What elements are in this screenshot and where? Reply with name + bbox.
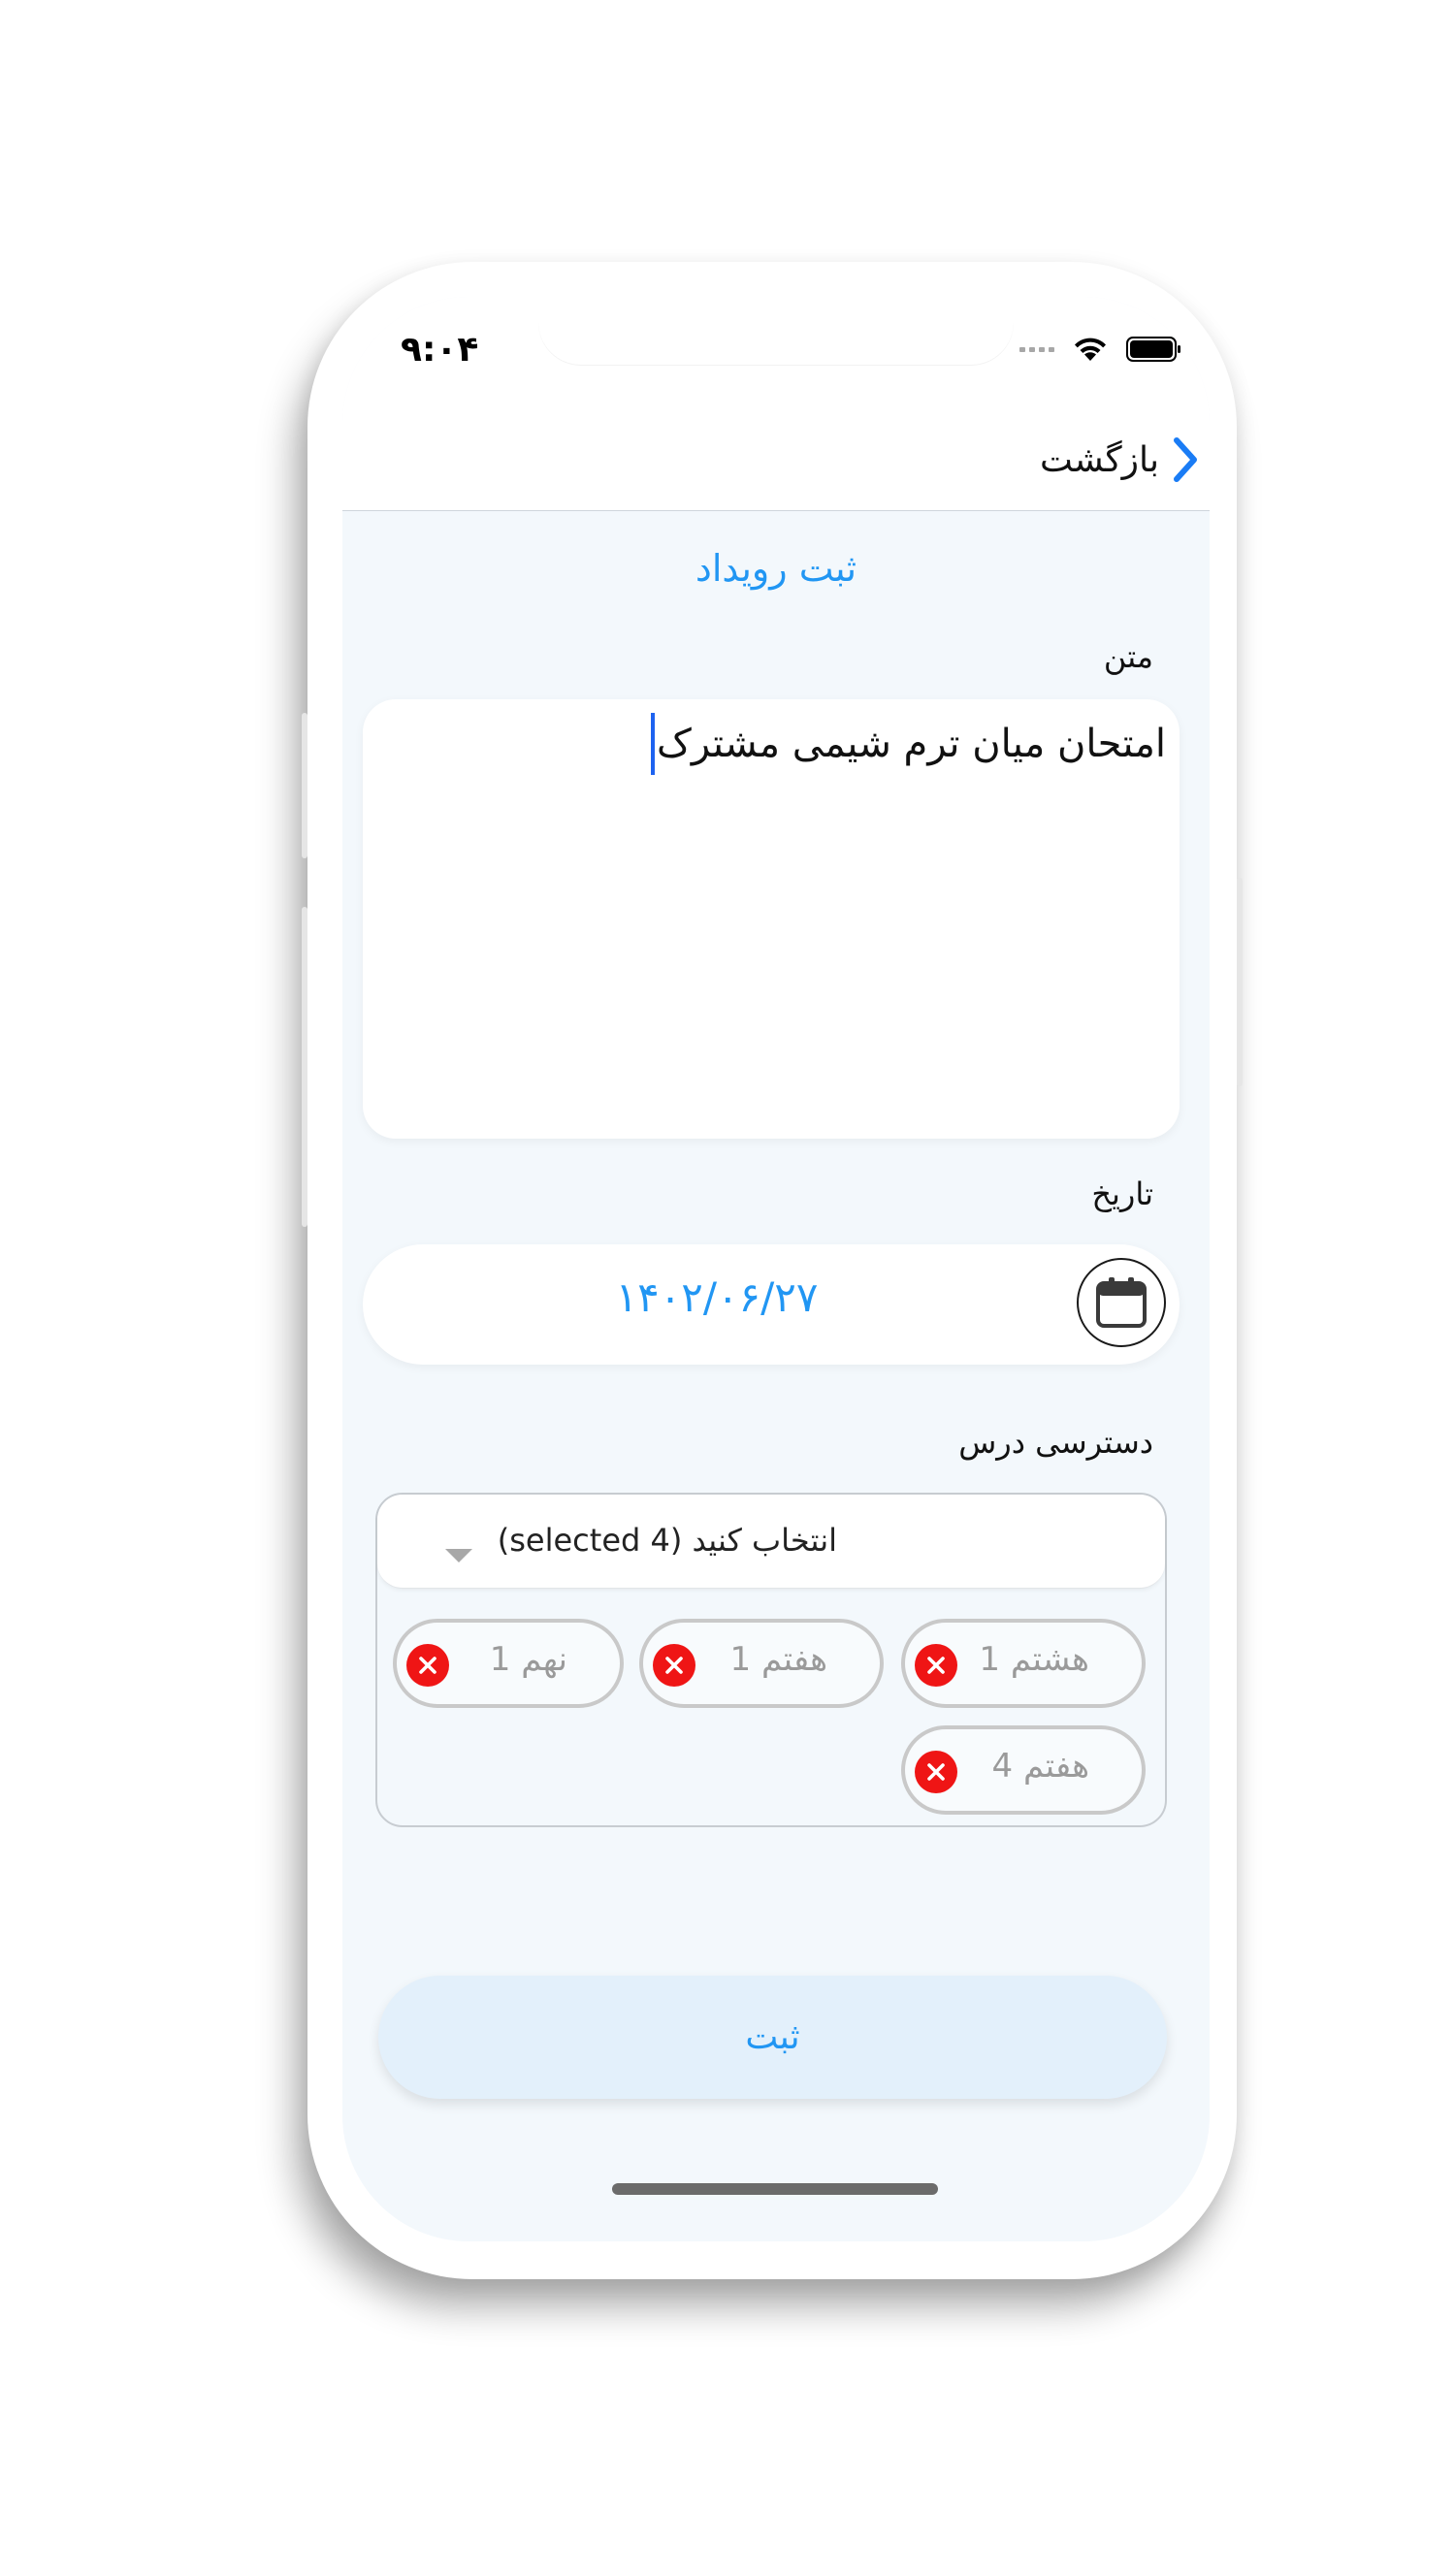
status-time: ۹:۰۴ xyxy=(401,330,479,370)
close-icon xyxy=(665,1657,683,1674)
selected-chip: نهم 1 xyxy=(393,1619,624,1708)
back-label: بازگشت xyxy=(1040,439,1159,480)
date-value: ۱۴۰۲/۰۶/۲۷ xyxy=(615,1273,819,1321)
selected-chip: هشتم 1 xyxy=(901,1619,1146,1708)
chevron-right-icon xyxy=(1161,431,1210,489)
calendar-button[interactable] xyxy=(1077,1258,1166,1347)
remove-chip-button[interactable] xyxy=(406,1644,449,1687)
signal-icon xyxy=(1019,346,1054,352)
date-field[interactable]: ۱۴۰۲/۰۶/۲۷ xyxy=(363,1244,1180,1365)
page-title: ثبت رویداد xyxy=(695,547,857,590)
access-select-text: انتخاب کنید (4 selected) xyxy=(497,1522,837,1559)
wifi-icon xyxy=(1075,338,1106,361)
side-button xyxy=(1237,878,1243,1086)
access-select-dropdown[interactable]: انتخاب کنید (4 selected) xyxy=(377,1495,1165,1589)
close-icon xyxy=(419,1657,436,1674)
selected-chip: هفتم 1 xyxy=(639,1619,884,1708)
side-button xyxy=(302,907,307,1227)
side-button xyxy=(302,713,307,858)
access-field-label: دسترسی درس xyxy=(958,1424,1153,1461)
chip-label: نهم 1 xyxy=(489,1640,567,1679)
caret-down-icon xyxy=(445,1549,472,1562)
close-icon xyxy=(927,1657,945,1674)
close-icon xyxy=(927,1763,945,1781)
event-text-input[interactable]: امتحان میان ترم شیمی مشترک xyxy=(363,699,1180,1139)
date-field-label: تاریخ xyxy=(1091,1175,1153,1212)
remove-chip-button[interactable] xyxy=(653,1644,695,1687)
chip-label: هفتم 4 xyxy=(991,1747,1089,1786)
event-text-value: امتحان میان ترم شیمی مشترک xyxy=(651,713,1166,775)
notch xyxy=(538,297,1014,365)
phone-screen: ۹:۰۴ بازگشت ثبت رویداد متن امتحان میان ت… xyxy=(342,297,1210,2241)
back-button[interactable]: بازگشت xyxy=(1040,421,1210,499)
home-indicator xyxy=(612,2183,938,2195)
status-bar: ۹:۰۴ xyxy=(342,297,1210,411)
calendar-icon xyxy=(1096,1277,1147,1328)
selected-chip: هفتم 4 xyxy=(901,1725,1146,1815)
submit-button[interactable]: ثبت xyxy=(378,1976,1167,2099)
remove-chip-button[interactable] xyxy=(915,1751,957,1793)
battery-icon xyxy=(1126,337,1180,362)
text-field-label: متن xyxy=(1103,638,1153,675)
remove-chip-button[interactable] xyxy=(915,1644,957,1687)
chip-label: هفتم 1 xyxy=(729,1640,827,1679)
status-icons xyxy=(1019,336,1182,363)
navigation-bar: بازگشت xyxy=(342,411,1210,511)
chip-label: هشتم 1 xyxy=(979,1640,1089,1679)
access-multiselect: انتخاب کنید (4 selected) هشتم 1 هفتم 1 ن… xyxy=(375,1493,1167,1827)
